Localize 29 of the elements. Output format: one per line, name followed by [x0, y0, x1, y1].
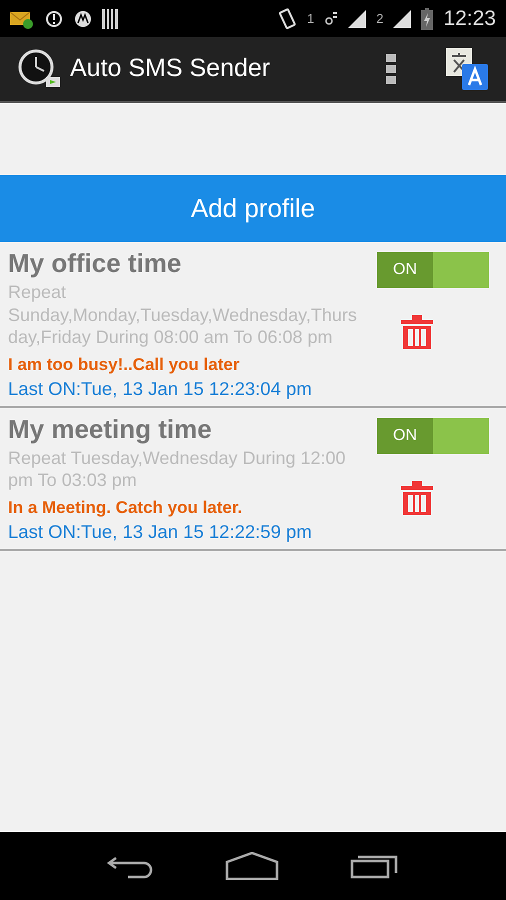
barcode-icon [102, 8, 118, 28]
profile-name: My office time [8, 247, 182, 279]
home-icon[interactable] [224, 852, 279, 880]
overflow-menu-icon[interactable] [386, 54, 396, 84]
sms-message: I am too busy!..Call you later [8, 354, 240, 376]
sms-message: In a Meeting. Catch you later. [8, 496, 244, 518]
signal-icon [393, 10, 412, 28]
vibrate-icon [278, 8, 297, 30]
translate-icon[interactable] [446, 48, 488, 90]
data-icon [324, 10, 338, 26]
clock-icon [18, 49, 62, 89]
last-on-time: Last ON:Tue, 13 Jan 15 12:23:04 pm [8, 376, 313, 401]
trash-icon[interactable] [401, 315, 433, 349]
toggle-switch[interactable]: ON [377, 418, 489, 454]
profile-name: My meeting time [8, 412, 213, 444]
status-time: 12:23 [443, 6, 496, 32]
recent-apps-icon[interactable] [350, 853, 400, 879]
add-profile-button[interactable]: Add profile [0, 175, 506, 242]
sim-label: 2 [376, 10, 384, 28]
sync-alert-icon [44, 8, 64, 28]
mail-icon [10, 8, 34, 28]
sim-label: 1 [306, 10, 314, 28]
trash-icon[interactable] [401, 480, 433, 514]
last-on-time: Last ON:Tue, 13 Jan 15 12:22:59 pm [8, 520, 313, 544]
app-title: Auto SMS Sender [70, 53, 270, 84]
signal-icon [348, 10, 366, 28]
round-logo-icon [74, 10, 92, 28]
toggle-switch[interactable]: ON [377, 252, 489, 288]
battery-icon [421, 8, 434, 30]
